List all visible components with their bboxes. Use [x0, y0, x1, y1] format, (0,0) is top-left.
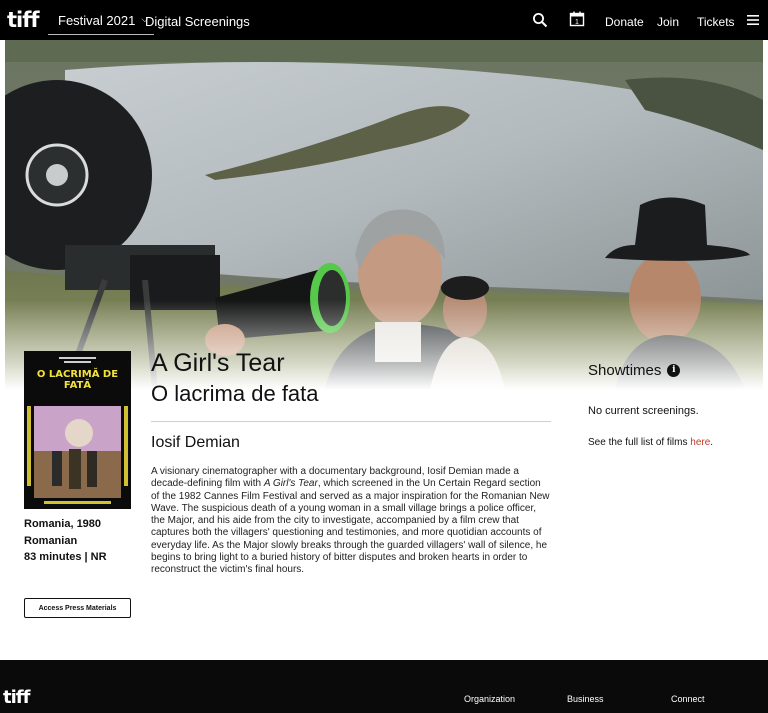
top-navigation-bar: tiff Festival 2021 ⌵ Digital Screenings …: [0, 0, 768, 40]
join-link[interactable]: Join: [657, 15, 679, 29]
film-poster: O LACRIMĂ DE FATĂ: [24, 351, 131, 509]
synopsis-italic-title: A Girl's Tear: [263, 478, 318, 490]
tickets-link[interactable]: Tickets: [697, 15, 735, 29]
film-original-title: O lacrima de fata: [151, 381, 319, 406]
full-list-here-link[interactable]: here: [690, 437, 710, 448]
country-year: Romania, 1980: [24, 518, 102, 530]
language: Romanian: [24, 535, 78, 547]
film-synopsis: A visionary cinematographer with a docum…: [151, 466, 551, 577]
title-divider: [151, 421, 551, 422]
info-icon[interactable]: i: [667, 364, 681, 377]
showtimes-heading-text: Showtimes: [588, 362, 662, 379]
no-screenings-text: No current screenings.: [588, 405, 699, 417]
runtime-rating: 83 minutes | NR: [24, 551, 107, 563]
donate-link[interactable]: Donate: [605, 15, 644, 29]
film-director: Iosif Demian: [151, 434, 240, 451]
calendar-day: 1: [575, 19, 579, 26]
tiff-logo[interactable]: tiff: [7, 8, 40, 32]
festival-year-select[interactable]: Festival 2021 ⌵: [48, 8, 154, 35]
digital-screenings-link[interactable]: Digital Screenings: [145, 14, 250, 29]
poster-illustration: [27, 357, 128, 504]
synopsis-text-2: , which screened in the Un Certain Regar…: [151, 478, 550, 576]
search-icon[interactable]: [532, 12, 548, 28]
site-footer: tiff Organization Business Connect: [0, 660, 768, 713]
full-list-suffix: .: [710, 437, 714, 448]
showtimes-heading: Showtimes i: [588, 362, 681, 379]
festival-select-label: Festival 2021: [58, 13, 136, 28]
footer-organization[interactable]: Organization: [464, 694, 515, 704]
full-list-text: See the full list of films here.: [588, 437, 713, 448]
calendar-icon[interactable]: 1: [569, 11, 585, 27]
film-title: A Girl's Tear: [151, 349, 285, 377]
footer-business[interactable]: Business: [567, 694, 604, 704]
access-press-materials-button[interactable]: Access Press Materials: [24, 598, 131, 618]
hero-film-still: [5, 40, 763, 390]
menu-icon[interactable]: [746, 13, 760, 27]
footer-tiff-logo[interactable]: tiff: [3, 687, 30, 708]
footer-connect[interactable]: Connect: [671, 694, 705, 704]
full-list-prefix: See the full list of films: [588, 437, 691, 448]
